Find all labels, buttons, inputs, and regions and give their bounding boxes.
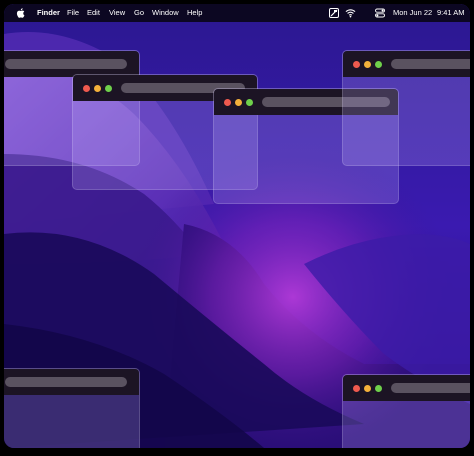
- zoom-button[interactable]: [246, 99, 253, 106]
- control-center-icon[interactable]: [375, 8, 385, 18]
- menu-go[interactable]: Go: [134, 8, 144, 17]
- zoom-button[interactable]: [375, 61, 382, 68]
- minimize-button[interactable]: [235, 99, 242, 106]
- zoom-button[interactable]: [105, 85, 112, 92]
- close-button[interactable]: [83, 85, 90, 92]
- minimize-button[interactable]: [94, 85, 101, 92]
- close-button[interactable]: [353, 61, 360, 68]
- address-bar[interactable]: [5, 59, 127, 69]
- minimize-button[interactable]: [364, 385, 371, 392]
- window-bottom-right[interactable]: [342, 374, 470, 448]
- menu-window[interactable]: Window: [152, 8, 179, 17]
- menu-edit[interactable]: Edit: [87, 8, 100, 17]
- zoom-button[interactable]: [375, 385, 382, 392]
- close-button[interactable]: [224, 99, 231, 106]
- menubar-time[interactable]: 9:41 AM: [437, 8, 465, 17]
- screen-mirror-icon[interactable]: [329, 8, 339, 18]
- apple-logo-icon[interactable]: [16, 7, 26, 19]
- desktop-screen: Finder File Edit View Go Window Help Mon…: [4, 4, 470, 448]
- minimize-button[interactable]: [364, 61, 371, 68]
- menubar-date[interactable]: Mon Jun 22: [393, 8, 432, 17]
- window-titlebar[interactable]: [343, 375, 470, 401]
- menu-bar: Finder File Edit View Go Window Help Mon…: [4, 4, 470, 22]
- app-menu-finder[interactable]: Finder: [37, 8, 60, 17]
- address-bar[interactable]: [5, 377, 127, 387]
- menu-file[interactable]: File: [67, 8, 79, 17]
- wifi-icon[interactable]: [345, 8, 356, 18]
- address-bar[interactable]: [391, 383, 470, 393]
- menu-view[interactable]: View: [109, 8, 125, 17]
- close-button[interactable]: [353, 385, 360, 392]
- window-titlebar[interactable]: [4, 369, 139, 395]
- window-top-right[interactable]: [342, 50, 470, 166]
- window-bottom-left[interactable]: [4, 368, 140, 448]
- address-bar[interactable]: [391, 59, 470, 69]
- menu-help[interactable]: Help: [187, 8, 202, 17]
- window-titlebar[interactable]: [343, 51, 470, 77]
